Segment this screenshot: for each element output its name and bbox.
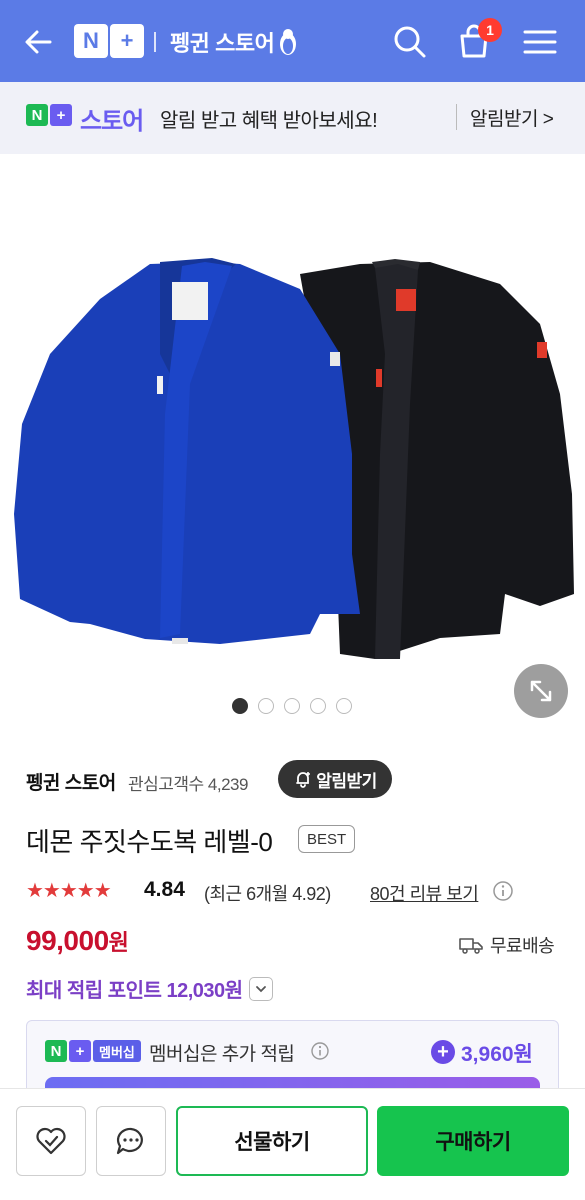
membership-badge: N + 멤버십 — [45, 1039, 141, 1063]
product-image[interactable] — [0, 154, 585, 694]
logo-plus: + — [110, 24, 144, 58]
member-logo-plus: + — [69, 1040, 91, 1062]
logo-n: N — [74, 24, 108, 58]
product-title: 데몬 주짓수도복 레벨-0 — [26, 827, 273, 857]
chat-bubble-icon — [116, 1127, 143, 1155]
seller-name[interactable]: 펭귄 스토어 — [26, 768, 116, 795]
membership-amount: 3,960원 — [461, 1043, 533, 1066]
pagination-dot[interactable] — [258, 698, 274, 714]
cart-count-badge: 1 — [478, 18, 502, 42]
search-icon[interactable] — [390, 22, 430, 62]
top-header: N + 펭귄 스토어 1 — [0, 0, 585, 82]
star-rating: ★★★★★ — [26, 880, 112, 902]
price: 99,000원 — [26, 925, 129, 957]
price-amount: 99,000 — [26, 925, 109, 956]
info-icon[interactable] — [492, 880, 514, 902]
expand-arrows-icon — [530, 680, 552, 702]
reviews-link[interactable]: 80건 리뷰 보기 — [370, 880, 479, 906]
pagination-dot[interactable] — [336, 698, 352, 714]
pagination-dot[interactable] — [284, 698, 300, 714]
promo-logo-plus: + — [50, 104, 72, 126]
promo-message: 알림 받고 혜택 받아보세요! — [160, 110, 378, 132]
membership-tag: 멤버십 — [93, 1040, 141, 1062]
jiu-jitsu-gi-photo — [14, 258, 574, 659]
back-arrow-icon[interactable] — [20, 24, 56, 60]
notify-button[interactable]: 알림받기 — [278, 760, 392, 798]
expand-image-button[interactable] — [514, 664, 568, 718]
expand-points-button[interactable] — [248, 976, 273, 1001]
nplus-logo[interactable]: N + — [74, 24, 144, 58]
notify-button-label: 알림받기 — [316, 771, 377, 791]
promo-logo-n: N — [26, 104, 48, 126]
wishlist-button[interactable] — [16, 1106, 86, 1176]
heart-check-icon — [36, 1127, 66, 1155]
shipping-label: 무료배송 — [490, 936, 555, 956]
chevron-down-icon — [255, 985, 266, 992]
follower-count: 관심고객수 4,239 — [128, 775, 248, 794]
membership-text: 멤버십은 추가 적립 — [149, 1044, 295, 1065]
store-title-text: 펭귄 스토어 — [170, 31, 275, 56]
promo-divider — [456, 104, 457, 130]
best-badge: BEST — [298, 825, 356, 853]
pagination-dot[interactable] — [232, 698, 248, 714]
plus-circle-icon: + — [431, 1040, 455, 1064]
rating-score: 4.84 — [144, 878, 185, 901]
truck-icon — [459, 938, 483, 954]
buy-button[interactable]: 구매하기 — [377, 1106, 569, 1176]
menu-icon[interactable] — [520, 22, 560, 62]
chat-button[interactable] — [96, 1106, 166, 1176]
max-points[interactable]: 최대 적립 포인트 12,030원 — [26, 974, 273, 1003]
membership-info-icon[interactable] — [310, 1041, 330, 1061]
recent-rating: (최근 6개월 4.92) — [204, 884, 331, 904]
promo-store-label: 스토어 — [80, 108, 144, 135]
bell-plus-icon — [296, 772, 311, 788]
max-points-label: 최대 적립 포인트 12,030원 — [26, 980, 243, 1002]
gift-button[interactable]: 선물하기 — [176, 1106, 368, 1176]
member-logo-n: N — [45, 1040, 67, 1062]
image-pagination — [232, 698, 352, 714]
penguin-icon — [280, 29, 297, 55]
store-title[interactable]: 펭귄 스토어 — [170, 26, 298, 58]
promo-notify-link[interactable]: 알림받기 > — [470, 104, 554, 131]
price-currency: 원 — [108, 930, 129, 955]
shipping-info: 무료배송 — [458, 932, 555, 958]
pagination-dot[interactable] — [310, 698, 326, 714]
header-divider — [154, 32, 156, 52]
promo-nplus-logo: N + — [26, 104, 72, 126]
